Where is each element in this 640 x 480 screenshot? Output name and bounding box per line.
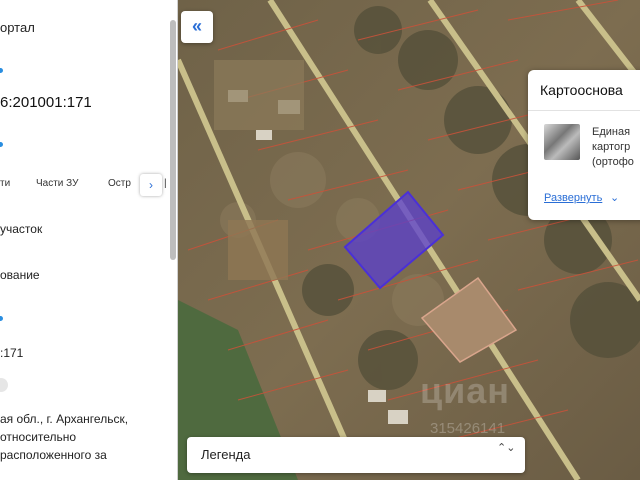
- next-tabs-button[interactable]: ›: [140, 174, 162, 196]
- basemap-line-2: картогр: [592, 141, 631, 153]
- up-down-arrows-icon: ⌃⌄: [497, 442, 516, 454]
- basemap-panel: Картооснова Единая картогр (ортофо Разве…: [528, 70, 640, 220]
- legend-select[interactable]: Легенда ⌃⌄: [187, 437, 525, 473]
- chevron-down-icon[interactable]: ⌄: [610, 191, 619, 204]
- object-info-panel: ортал 6:201001:171 ти Части ЗУ Остр › | …: [0, 0, 178, 480]
- parcel-type-value: участок: [0, 222, 43, 236]
- info-marker-icon: [0, 142, 3, 147]
- cadastral-number: 6:201001:171: [0, 94, 92, 111]
- chevron-right-icon: ›: [149, 178, 153, 192]
- info-marker-icon: [0, 316, 3, 321]
- panel-scrollbar[interactable]: [170, 20, 176, 260]
- info-tabs: ти Части ЗУ Остр › |: [0, 172, 172, 198]
- basemap-expand-link[interactable]: Развернуть: [544, 192, 602, 204]
- collapse-panel-button[interactable]: «: [181, 11, 213, 43]
- basemap-line-3: (ортофо: [592, 156, 634, 168]
- legend-label: Легенда: [201, 447, 251, 462]
- basemap-thumbnail[interactable]: [544, 124, 580, 160]
- name-label: ование: [0, 268, 40, 282]
- info-marker-icon: [0, 68, 3, 73]
- address-line-2: относительно: [0, 430, 77, 444]
- address-line-1: ая обл., г. Архангельск,: [0, 412, 129, 426]
- number-value: :171: [0, 346, 24, 360]
- basemap-title: Картооснова: [540, 82, 623, 98]
- watermark-text: циан: [420, 370, 511, 411]
- double-chevron-left-icon: «: [191, 16, 202, 36]
- tab-overflow: |: [164, 178, 167, 189]
- basemap-line-1: Единая: [592, 126, 631, 138]
- info-circle-icon: [0, 378, 8, 392]
- watermark-number: 315426141: [430, 420, 506, 437]
- address-line-3: расположенного за: [0, 448, 107, 462]
- portal-title: ортал: [0, 20, 35, 35]
- tab-info[interactable]: ти: [0, 178, 10, 189]
- tab-parts[interactable]: Части ЗУ: [36, 178, 78, 189]
- tab-other[interactable]: Остр: [108, 178, 131, 189]
- basemap-divider: [528, 110, 640, 111]
